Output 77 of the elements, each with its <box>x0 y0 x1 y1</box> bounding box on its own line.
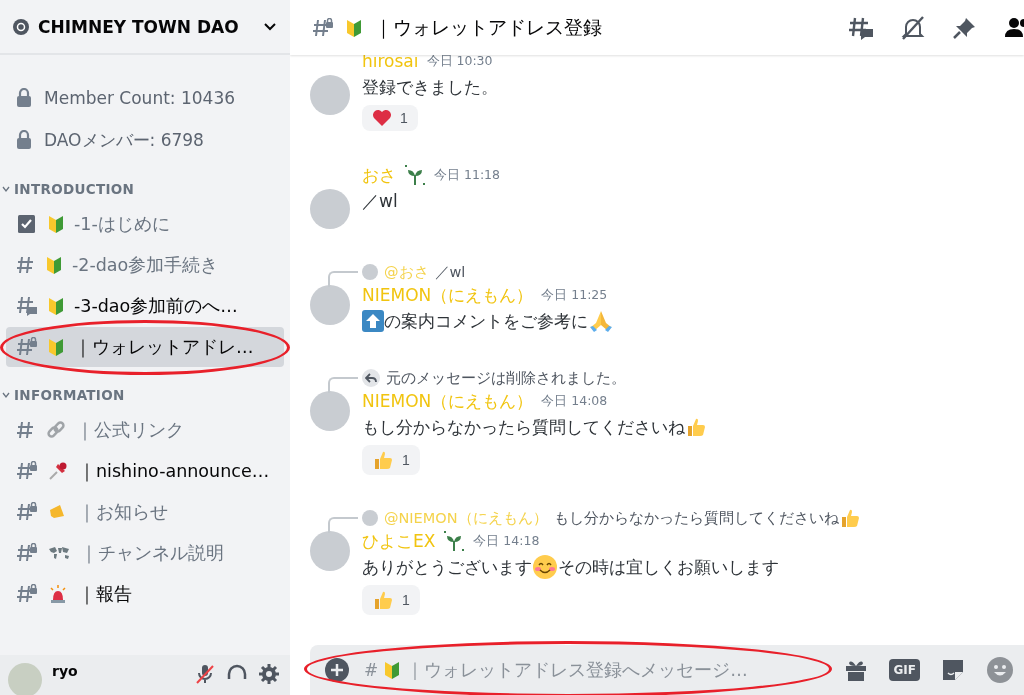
deleted-message-note: 元のメッセージは削除されました。 <box>386 368 626 388</box>
channel-item[interactable]: ｜公式リンク <box>6 410 284 450</box>
smiling-face-icon <box>532 554 558 580</box>
channel-item[interactable]: -2-dao参加手続き <box>6 245 284 285</box>
message-text: ありがとうございます その時は宜しくお願いします <box>362 553 1024 581</box>
message-input-field[interactable]: # ｜ウォレットアドレス登録へメッセージ… <box>364 660 794 680</box>
locked-hash-icon <box>16 461 38 481</box>
channel-item[interactable]: ｜チャンネル説明 <box>6 533 284 573</box>
message-text: の案内コメントをご参考に <box>362 307 1024 335</box>
beginner-mark-icon <box>384 660 401 680</box>
locked-hash-icon <box>16 337 38 357</box>
sticker-icon[interactable] <box>940 657 966 683</box>
timestamp: 今日 11:18 <box>434 166 500 184</box>
siren-light-icon <box>48 584 68 604</box>
category-label[interactable]: INTRODUCTION <box>14 181 135 197</box>
user-avatar <box>8 663 42 695</box>
beginner-mark-icon <box>346 17 362 38</box>
timestamp: 今日 14:08 <box>541 392 608 410</box>
category-chevron-icon[interactable] <box>2 185 10 193</box>
reply-avatar <box>362 510 378 526</box>
reply-preview: ／wl <box>434 262 466 282</box>
thumbs-up-icon <box>685 416 707 438</box>
category-chevron-icon[interactable] <box>2 391 10 399</box>
muted-microphone-icon[interactable] <box>194 663 216 685</box>
server-boost-icon <box>12 17 30 36</box>
stat-channel-label: Member Count: 10436 <box>44 88 236 108</box>
reaction-button[interactable]: 1 <box>362 585 420 615</box>
channel-item[interactable]: -3-dao参加前のへ… <box>6 286 284 326</box>
server-name: CHIMNEY TOWN DAO <box>38 16 240 37</box>
message-text: ／wl <box>362 189 399 213</box>
locked-hash-icon <box>16 543 38 563</box>
locked-hash-icon <box>312 17 334 38</box>
channel-item[interactable]: -1-はじめに <box>6 204 284 244</box>
channel-title: ｜ウォレットアドレス登録 <box>374 14 603 41</box>
sprout-badge-icon <box>443 530 466 552</box>
message-text: もし分からなかったら質問してくださいね <box>362 413 1024 441</box>
beginner-mark-icon <box>48 337 64 357</box>
category-label[interactable]: INFORMATION <box>14 387 125 403</box>
reaction-button[interactable]: 1 <box>362 445 420 475</box>
channel-item[interactable]: ｜報告 <box>6 574 284 614</box>
thread-channel-icon <box>16 295 38 317</box>
timestamp: 今日 14:18 <box>473 532 540 550</box>
reply-avatar <box>362 264 378 280</box>
pushpin-icon <box>48 461 68 481</box>
heart-icon <box>372 109 392 127</box>
locked-hash-icon <box>16 584 38 604</box>
reply-arrow-icon <box>365 372 377 384</box>
thumbs-up-icon <box>372 449 394 471</box>
message-text: 登録できました。 <box>362 75 499 99</box>
hash-icon <box>16 420 36 440</box>
world-map-icon <box>48 546 70 560</box>
channel-item[interactable]: ｜お知らせ <box>6 492 284 532</box>
emoji-picker-icon[interactable] <box>986 656 1014 684</box>
reaction-button[interactable]: 1 <box>362 105 418 131</box>
lock-icon <box>16 130 32 150</box>
folded-hands-icon <box>588 309 614 333</box>
thumbs-up-icon <box>372 589 394 611</box>
beginner-mark-icon <box>48 214 64 234</box>
add-circle-icon[interactable] <box>324 657 350 683</box>
hash-icon <box>16 255 36 275</box>
beginner-mark-icon <box>46 255 62 275</box>
beginner-mark-icon <box>48 296 64 316</box>
timestamp: 今日 10:30 <box>426 55 493 70</box>
channel-item[interactable]: ｜nishino-announce… <box>6 451 284 491</box>
lock-icon <box>16 88 32 108</box>
sprout-badge-icon <box>404 164 426 186</box>
stat-channel-label: DAOメンバー: 6798 <box>44 128 204 152</box>
settings-icon[interactable] <box>258 663 280 685</box>
chain-link-icon <box>46 420 66 440</box>
reply-preview: もし分からなかったら質問してくださいね <box>553 507 861 529</box>
timestamp: 今日 11:25 <box>541 286 608 304</box>
gif-button[interactable]: GIF <box>889 659 920 681</box>
rules-channel-icon <box>16 213 38 235</box>
channel-item[interactable]: ｜ウォレットアドレ… <box>6 327 284 367</box>
locked-hash-icon <box>16 502 38 522</box>
muted-bell-icon[interactable] <box>900 14 926 41</box>
user-name: ryo <box>52 663 79 679</box>
